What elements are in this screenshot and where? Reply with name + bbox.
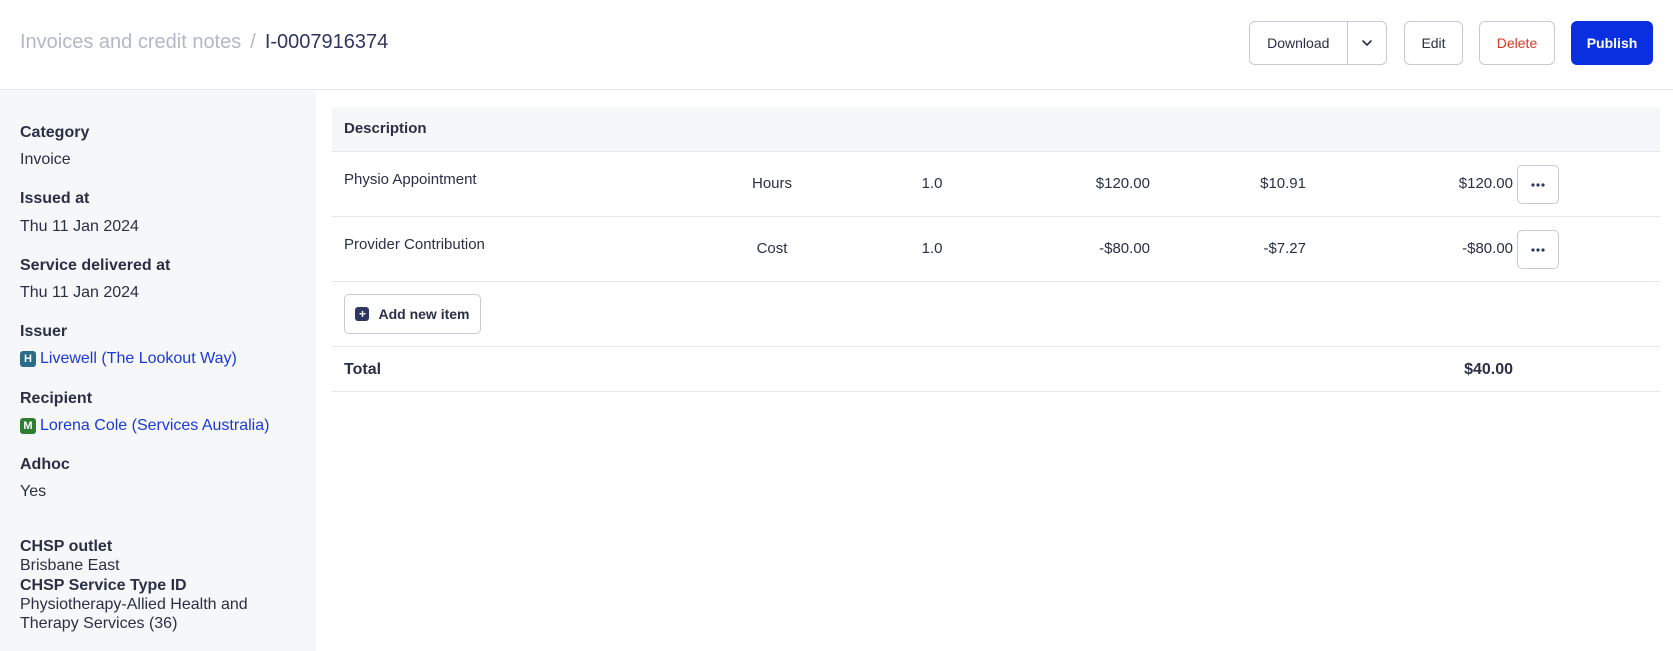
- delete-button[interactable]: Delete: [1479, 21, 1555, 65]
- issuer-link[interactable]: Livewell (The Lookout Way): [40, 350, 237, 368]
- more-horizontal-icon: [1531, 247, 1545, 252]
- adhoc-value: Yes: [20, 483, 47, 500]
- download-button[interactable]: Download: [1250, 35, 1347, 51]
- recipient-link[interactable]: Lorena Cole (Services Australia): [40, 417, 269, 435]
- adhoc-label: Adhoc: [20, 456, 70, 473]
- add-item-row: + Add new item: [332, 282, 1660, 347]
- breadcrumb: Invoices and credit notes / I-0007916374: [20, 31, 388, 54]
- row-description: Provider Contribution: [344, 236, 485, 253]
- row-unit: Cost: [756, 240, 788, 257]
- row-description: Physio Appointment: [344, 171, 477, 188]
- chsp-service-type-value: Physiotherapy-Allied Health and Therapy …: [20, 596, 248, 632]
- issued-at-label: Issued at: [20, 190, 90, 207]
- row-quantity: 1.0: [921, 240, 943, 257]
- category-label: Category: [20, 124, 90, 141]
- breadcrumb-separator: /: [250, 31, 256, 53]
- row-unit: Hours: [751, 175, 792, 192]
- recipient-label: Recipient: [20, 390, 93, 407]
- service-delivered-at-label: Service delivered at: [20, 257, 171, 274]
- issued-at-value: Thu 11 Jan 2024: [20, 218, 139, 235]
- more-horizontal-icon: [1531, 182, 1545, 187]
- chevron-down-icon: [1361, 40, 1372, 46]
- add-new-item-button[interactable]: + Add new item: [344, 294, 481, 334]
- page-title: I-0007916374: [264, 31, 389, 53]
- row-rate: -$80.00: [1099, 240, 1150, 257]
- row-actions-button[interactable]: [1517, 165, 1559, 204]
- issuer-field: H Livewell (The Lookout Way): [20, 350, 237, 368]
- chsp-outlet-label: CHSP outlet: [20, 538, 113, 555]
- issuer-badge: H: [20, 351, 36, 367]
- row-amount: $120.00: [1458, 175, 1513, 192]
- breadcrumb-parent-link[interactable]: Invoices and credit notes: [20, 31, 241, 54]
- description-column-header: Description: [344, 120, 427, 137]
- table-row: Provider Contribution Cost 1.0 -$80.00 -…: [332, 217, 1660, 282]
- table-header: Description: [332, 107, 1660, 152]
- row-actions-button[interactable]: [1517, 230, 1559, 269]
- chsp-outlet-value: Brisbane East: [20, 557, 120, 574]
- total-value: $40.00: [1464, 361, 1513, 378]
- row-rate: $120.00: [1095, 175, 1150, 192]
- issuer-label: Issuer: [20, 323, 68, 340]
- recipient-field: M Lorena Cole (Services Australia): [20, 417, 269, 435]
- row-tax: -$7.27: [1263, 240, 1306, 257]
- total-label: Total: [344, 361, 382, 378]
- table-row: Physio Appointment Hours 1.0 $120.00 $10…: [332, 152, 1660, 217]
- download-options-button[interactable]: [1346, 22, 1386, 64]
- recipient-badge: M: [20, 418, 36, 434]
- publish-button[interactable]: Publish: [1571, 21, 1653, 65]
- row-tax: $10.91: [1260, 175, 1306, 192]
- download-button-group: Download: [1249, 21, 1387, 65]
- add-new-item-label: Add new item: [378, 306, 470, 322]
- invoice-details-sidebar: Category Invoice Issued at Thu 11 Jan 20…: [0, 91, 316, 651]
- service-delivered-at-value: Thu 11 Jan 2024: [20, 284, 139, 301]
- row-quantity: 1.0: [921, 175, 943, 192]
- edit-button[interactable]: Edit: [1404, 21, 1463, 65]
- total-row: Total $40.00: [332, 347, 1660, 392]
- row-amount: -$80.00: [1462, 240, 1513, 257]
- category-value: Invoice: [20, 151, 71, 168]
- chsp-service-type-label: CHSP Service Type ID: [20, 577, 187, 594]
- page-header: Invoices and credit notes / I-0007916374…: [0, 0, 1673, 90]
- plus-square-icon: +: [355, 307, 370, 321]
